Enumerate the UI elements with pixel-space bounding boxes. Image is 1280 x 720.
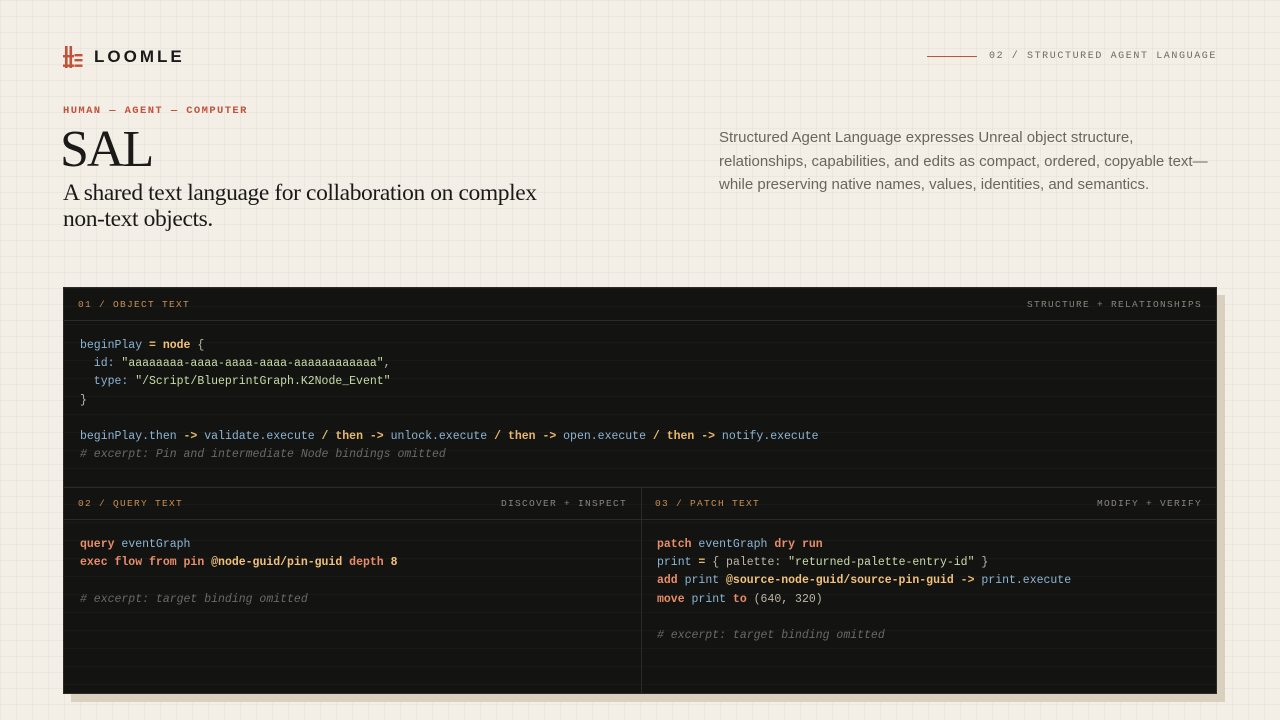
code-line: # excerpt: target binding omitted	[80, 593, 308, 606]
page-description: Structured Agent Language expresses Unre…	[719, 129, 1208, 193]
code-line: query eventGraph	[80, 538, 190, 551]
breadcrumb-text: 02 / STRUCTURED AGENT LANGUAGE	[988, 51, 1217, 62]
code-board: 01 / OBJECT TEXT STRUCTURE + RELATIONSHI…	[63, 287, 1217, 694]
code-line: add print @source-node-guid/source-pin-g…	[657, 574, 1071, 587]
code-line: exec flow from pin @node-guid/pin-guid d…	[80, 556, 398, 569]
code-token: ->	[176, 430, 205, 444]
code-token: unlock.execute	[390, 430, 488, 444]
code-line: patch eventGraph dry run	[657, 538, 823, 551]
code-line: }	[80, 394, 87, 407]
code-token: { palette:	[712, 556, 789, 570]
code-token: =	[142, 339, 163, 352]
code-token: ,	[383, 357, 391, 371]
panel-label: 01 / OBJECT TEXT	[78, 298, 191, 310]
code-token: @node-guid/pin-guid	[211, 556, 343, 570]
code-token: notify.execute	[721, 430, 819, 444]
panel-tag: DISCOVER + INSPECT	[500, 497, 627, 509]
code-line: # excerpt: target binding omitted	[657, 629, 885, 642]
brand[interactable]: LOOMLE	[63, 46, 185, 68]
code-token: print	[677, 574, 727, 588]
code-block[interactable]: query eventGraph exec flow from pin @nod…	[80, 536, 398, 609]
code-token: patch	[657, 538, 692, 551]
object-text-panel: 01 / OBJECT TEXT STRUCTURE + RELATIONSHI…	[64, 288, 1216, 488]
brand-name: LOOMLE	[94, 47, 185, 66]
panel-header: 02 / QUERY TEXT DISCOVER + INSPECT	[64, 487, 641, 520]
code-line: move print to (640, 320)	[657, 593, 823, 606]
code-token: exec flow from pin	[80, 556, 205, 570]
panel-label: 03 / PATCH TEXT	[655, 497, 761, 509]
code-token: 8	[383, 556, 398, 570]
query-text-panel: 02 / QUERY TEXT DISCOVER + INSPECT query…	[64, 487, 642, 693]
code-line: id: "aaaaaaaa-aaaa-aaaa-aaaa-aaaaaaaaaaa…	[80, 357, 391, 370]
code-token: then	[666, 430, 695, 444]
code-token: to	[732, 592, 747, 606]
code-token: }	[80, 393, 87, 407]
code-token: eventGraph	[691, 538, 775, 551]
code-token: node	[162, 339, 191, 352]
code-token: id:	[80, 357, 122, 371]
panel-header: 01 / OBJECT TEXT STRUCTURE + RELATIONSHI…	[64, 288, 1216, 321]
code-token: (640, 320)	[746, 592, 823, 606]
code-token: /	[487, 430, 508, 444]
code-line: # excerpt: Pin and intermediate Node bin…	[80, 448, 446, 461]
code-token: "returned-palette-entry-id"	[788, 556, 975, 570]
code-token: beginPlay	[80, 339, 143, 352]
code-token: ->	[535, 430, 564, 444]
panel-header: 03 / PATCH TEXT MODIFY + VERIFY	[641, 487, 1216, 520]
code-token: print	[657, 556, 692, 570]
page-subtitle: A shared text language for collaboration…	[63, 180, 537, 232]
code-token: open.execute	[563, 430, 646, 444]
code-line: print = { palette: "returned-palette-ent…	[657, 556, 988, 569]
panel-tag: STRUCTURE + RELATIONSHIPS	[1026, 298, 1202, 310]
code-token: query	[80, 538, 115, 551]
code-line: type: "/Script/BlueprintGraph.K2Node_Eve…	[80, 375, 391, 388]
code-token: ->	[694, 430, 722, 444]
eyebrow: HUMAN — AGENT — COMPUTER	[63, 105, 248, 117]
code-token: move	[657, 592, 685, 606]
code-token: # excerpt: target binding omitted	[657, 629, 885, 643]
code-token: ->	[953, 574, 982, 588]
code-token: "/Script/BlueprintGraph.K2Node_Event"	[135, 375, 391, 389]
loomle-mark-icon	[63, 46, 83, 68]
code-token: # excerpt: Pin and intermediate Node bin…	[80, 448, 446, 462]
code-token: depth	[342, 556, 384, 570]
code-line: beginPlay.then -> validate.execute / the…	[80, 430, 819, 443]
patch-text-panel: 03 / PATCH TEXT MODIFY + VERIFY patch ev…	[641, 487, 1216, 693]
page-title: SAL	[60, 121, 154, 178]
code-token: /	[314, 430, 336, 444]
code-token: /	[645, 430, 667, 444]
breadcrumb: 02 / STRUCTURED AGENT LANGUAGE	[926, 51, 1217, 62]
code-token: type:	[80, 375, 136, 389]
code-block[interactable]: beginPlay = node { id: "aaaaaaaa-aaaa-aa…	[80, 337, 819, 464]
panel-tag: MODIFY + VERIFY	[1096, 497, 1202, 509]
code-token: }	[974, 556, 989, 570]
code-line: beginPlay = node {	[80, 339, 204, 352]
panel-label: 02 / QUERY TEXT	[78, 497, 184, 509]
code-token: then	[507, 430, 536, 444]
code-token: "aaaaaaaa-aaaa-aaaa-aaaa-aaaaaaaaaaaa"	[121, 357, 384, 371]
code-token: {	[190, 339, 205, 352]
code-token: print	[684, 592, 733, 606]
code-token: print.execute	[981, 574, 1072, 588]
code-token: # excerpt: target binding omitted	[80, 592, 308, 606]
code-token: then	[335, 430, 363, 444]
code-token: dry run	[774, 538, 823, 551]
code-token: ->	[362, 430, 391, 444]
breadcrumb-rule	[926, 56, 977, 57]
code-token: add	[657, 574, 678, 588]
code-block[interactable]: patch eventGraph dry run print = { palet…	[657, 536, 1071, 645]
code-token: validate.execute	[204, 430, 315, 444]
code-token: =	[691, 556, 713, 570]
code-token: beginPlay.then	[80, 430, 177, 444]
code-token: @source-node-guid/source-pin-guid	[726, 574, 954, 588]
code-token: eventGraph	[114, 538, 191, 551]
